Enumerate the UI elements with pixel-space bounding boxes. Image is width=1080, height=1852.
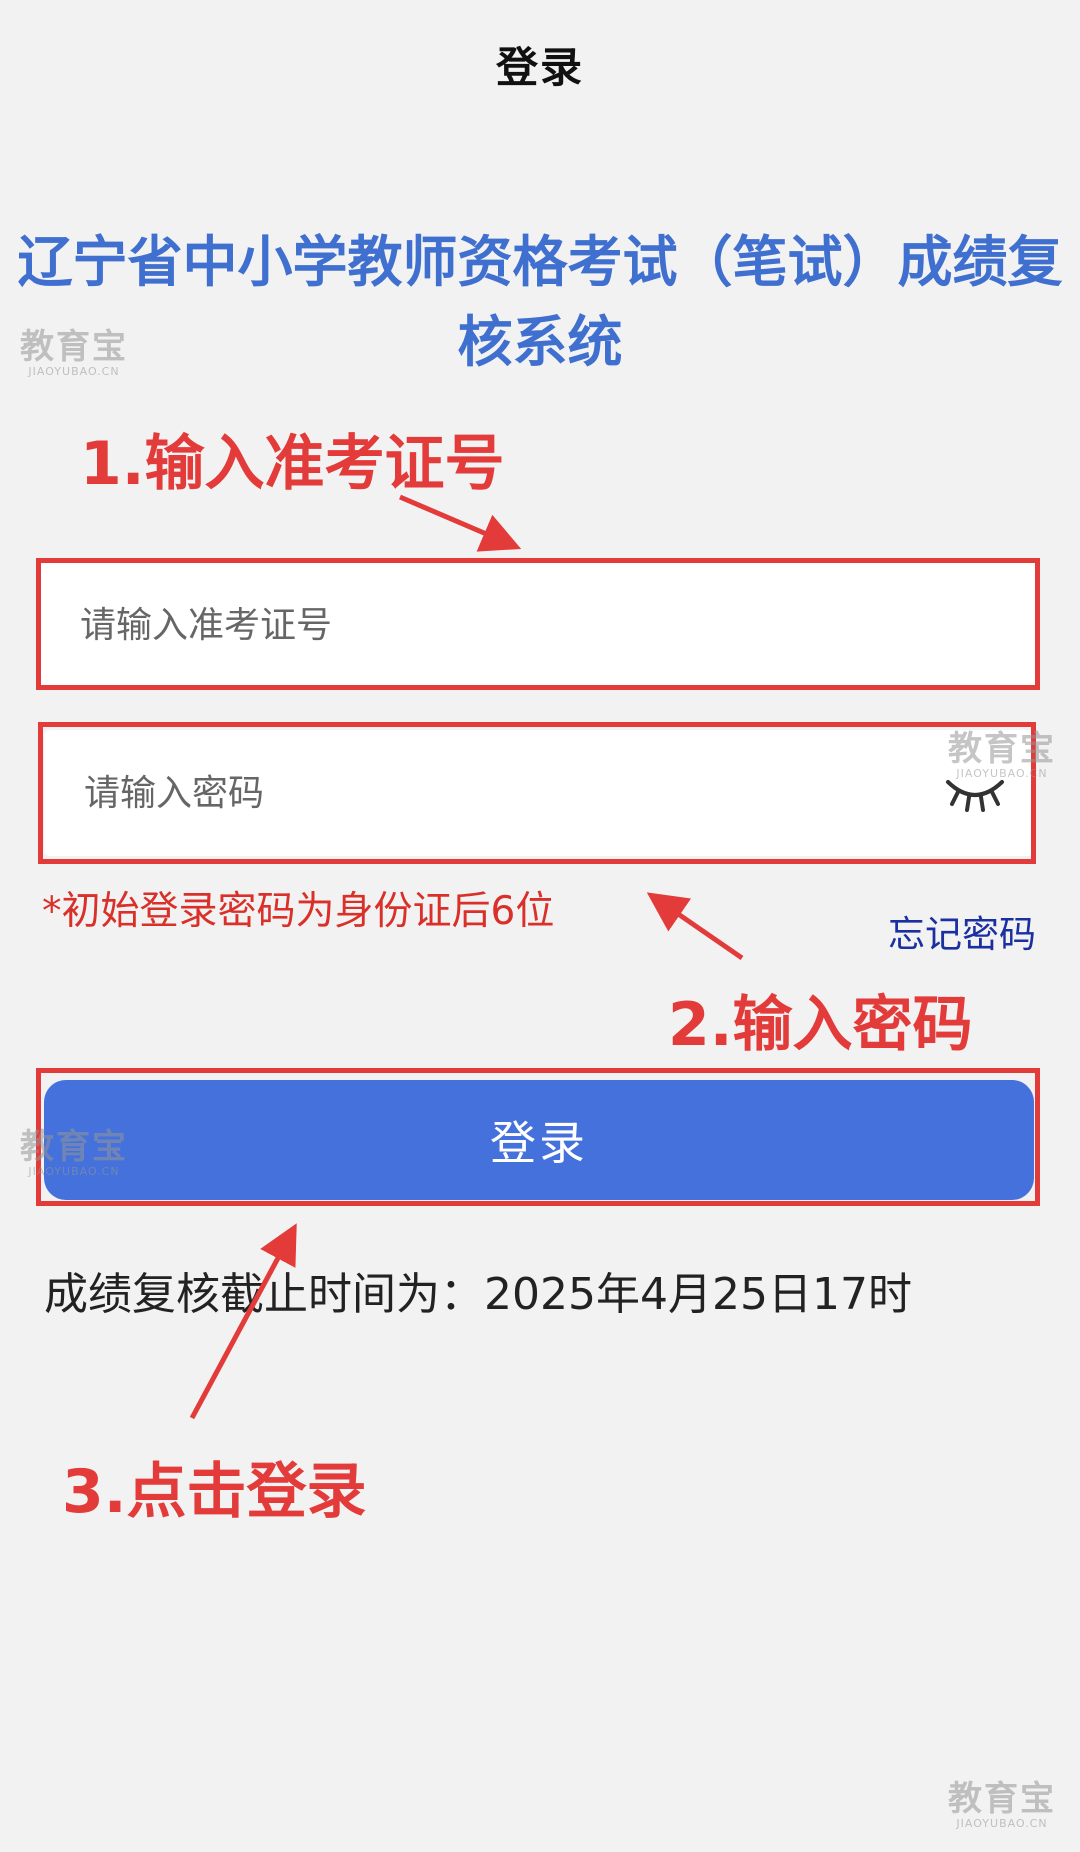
password-field[interactable] [44,730,1034,856]
watermark: 教育宝 JIAOYUBAO.CN [20,327,128,378]
annotation-step3: 3.点击登录 [62,1457,367,1527]
watermark: 教育宝 JIAOYUBAO.CN [948,1779,1056,1830]
arrow-step2 [646,892,744,961]
password-hint: *初始登录密码为身份证后6位 [42,889,555,934]
exam-id-input[interactable] [80,562,860,688]
annotation-step2: 2.输入密码 [668,990,973,1060]
watermark: 教育宝 JIAOYUBAO.CN [20,1127,128,1178]
exam-id-field[interactable] [40,562,1038,688]
eye-closed-icon[interactable] [944,774,1006,814]
nav-title: 登录 [495,43,584,92]
system-title: 辽宁省中小学教师资格考试（笔试）成绩复核系统 [17,230,1063,374]
annotation-step1: 1.输入准考证号 [80,429,505,499]
password-input[interactable] [84,730,864,856]
watermark: 教育宝 JIAOYUBAO.CN [948,729,1056,780]
deadline-text: 成绩复核截止时间为：2025年4月25日17时 [44,1269,912,1320]
arrow-step1 [399,494,522,552]
forgot-password-link[interactable]: 忘记密码 [888,904,1036,958]
login-button[interactable]: 登录 [44,1080,1034,1200]
